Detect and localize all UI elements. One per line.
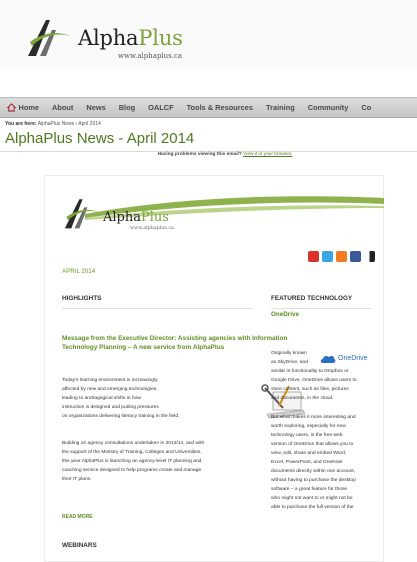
- nav-item-oalcf[interactable]: OALCF: [142, 103, 180, 112]
- site-logo-wordmark[interactable]: AlphaPlus: [78, 26, 183, 50]
- nav-item-news[interactable]: News: [80, 103, 112, 112]
- nav-item-training[interactable]: Training: [259, 103, 301, 112]
- onedrive-paragraph-1: Originally known as SkyDrive, and simila…: [271, 351, 357, 401]
- nav-item-contact[interactable]: Co: [355, 103, 378, 112]
- nav-item-blog[interactable]: Blog: [112, 103, 141, 112]
- newsletter-logo-icon: [64, 199, 99, 229]
- main-nav: Home About News Blog OALCF Tools & Resou…: [0, 97, 417, 118]
- onedrive-title-link[interactable]: OneDrive: [271, 311, 299, 318]
- twitter-icon[interactable]: [322, 251, 333, 262]
- newsletter-card: AlphaPlus www.alphaplus.ca APRIL 2014 HI…: [44, 175, 384, 562]
- breadcrumb-prefix: You are here:: [5, 121, 37, 127]
- issue-date: APRIL 2014: [62, 268, 96, 275]
- breadcrumb-links[interactable]: AlphaPlus News › April 2014: [38, 121, 101, 127]
- newsletter-logo-wordmark: AlphaPlus: [103, 210, 169, 225]
- nav-item-home[interactable]: Home: [0, 103, 46, 112]
- blogger-icon[interactable]: [336, 251, 347, 262]
- alphaplus-logo-icon[interactable]: [26, 16, 70, 58]
- onedrive-paragraph-2: But what makes it more interesting and w…: [271, 415, 356, 510]
- breadcrumb: You are here: AlphaPlus News › April 201…: [5, 121, 101, 127]
- article-title-link[interactable]: Message from the Executive Director: Ass…: [62, 334, 288, 353]
- highlights-heading: HIGHLIGHTS: [62, 295, 102, 302]
- highlights-divider: [62, 308, 252, 309]
- delicious-icon[interactable]: [364, 251, 375, 262]
- featured-technology-heading: FEATURED TECHNOLOGY: [271, 295, 353, 302]
- webinars-heading: WEBINARS: [62, 542, 97, 549]
- read-more-link[interactable]: READ MORE: [62, 514, 93, 520]
- social-links: [308, 251, 375, 262]
- nav-item-community[interactable]: Community: [301, 103, 355, 112]
- youtube-icon[interactable]: [308, 251, 319, 262]
- featured-divider: [271, 308, 371, 309]
- view-in-browser-notice: Having problems viewing this email? View…: [157, 152, 293, 157]
- site-logo-url: www.alphaplus.ca: [118, 52, 183, 60]
- view-in-browser-link[interactable]: View it in your browser.: [243, 152, 292, 157]
- home-icon: [6, 103, 16, 112]
- site-header: AlphaPlus www.alphaplus.ca: [0, 0, 417, 68]
- article-paragraph-2: Building on agency consultations underta…: [62, 441, 205, 482]
- nav-item-tools-resources[interactable]: Tools & Resources: [180, 103, 259, 112]
- page-title: AlphaPlus News - April 2014: [5, 130, 195, 147]
- facebook-icon[interactable]: [350, 251, 361, 262]
- newsletter-logo-url: www.alphaplus.ca: [130, 226, 174, 231]
- article-paragraph-1: Today's learning environment is increasi…: [62, 378, 180, 419]
- nav-item-about[interactable]: About: [46, 103, 80, 112]
